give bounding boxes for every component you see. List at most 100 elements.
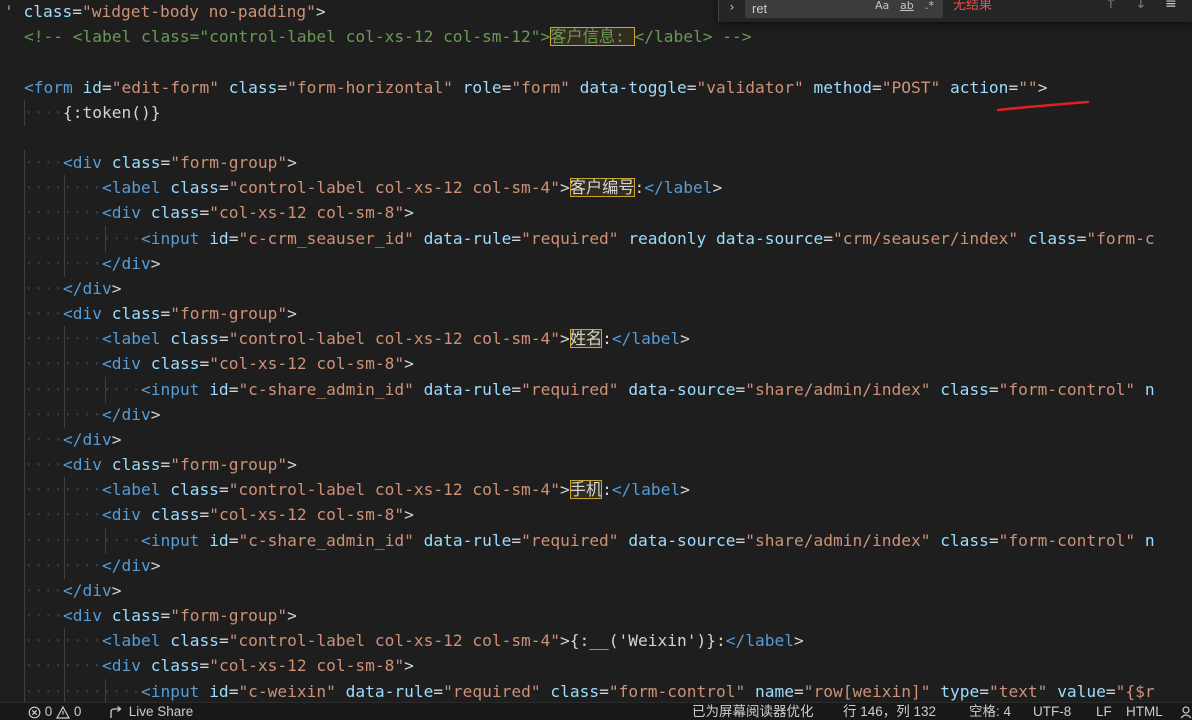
use-regex-icon[interactable]: .*: [925, 0, 934, 14]
code-line[interactable]: ····</div>: [24, 276, 121, 301]
attr-token: data-source: [716, 228, 824, 248]
code-line[interactable]: ············<input id="c-weixin" data-ru…: [24, 679, 1155, 702]
text-token: >: [1037, 77, 1048, 97]
code-line[interactable]: <form id="edit-form" class="form-horizon…: [24, 75, 1047, 100]
code-editor[interactable]: ' class="widget-body no-padding"> <!-- <l…: [0, 0, 1192, 702]
match-case-icon[interactable]: Aa: [875, 0, 889, 14]
find-expand-toggle-icon[interactable]: ›: [723, 0, 741, 18]
eol-status[interactable]: LF: [1096, 703, 1112, 720]
code-line[interactable]: ····</div>: [24, 427, 121, 452]
attr-token: class: [550, 681, 600, 701]
code-line[interactable]: ········</div>: [24, 251, 160, 276]
indent-guide: [24, 250, 25, 277]
text-token: {:token()}: [62, 102, 161, 122]
attr-token: class: [940, 379, 989, 399]
text-token: =: [101, 77, 112, 97]
attr-token: data-rule: [423, 379, 512, 399]
attr-token: action: [949, 77, 1009, 97]
problems-indicator[interactable]: 0 0: [28, 703, 81, 720]
tag-bracket-token: <: [101, 480, 112, 500]
screen-reader-status[interactable]: 已为屏幕阅读器优化: [692, 703, 814, 720]
indent-guide: [24, 326, 25, 353]
string-token: "form": [511, 77, 570, 97]
language-mode[interactable]: HTML: [1126, 703, 1163, 720]
code-line[interactable]: ········<label class="control-label col-…: [24, 628, 804, 653]
indent-guide: [24, 502, 25, 529]
code-line[interactable]: <!-- <label class="control-label col-xs-…: [24, 24, 751, 49]
text-token: =: [199, 656, 210, 676]
code-line[interactable]: ····</div>: [24, 578, 121, 603]
live-share-button[interactable]: Live Share: [110, 703, 193, 720]
code-line[interactable]: ········<div class="col-xs-12 col-sm-8">: [24, 653, 414, 678]
encoding-status[interactable]: UTF-8: [1033, 703, 1071, 720]
string-token: "": [1018, 77, 1038, 97]
find-widget[interactable]: › Aa ab .* 无结果 ↑ ↓ ≡: [718, 0, 1192, 22]
tag-name-token: input: [150, 379, 200, 399]
string-token: "c-share_admin_id": [238, 379, 414, 399]
tag-name-token: label: [663, 178, 713, 198]
indent-guide: [64, 326, 66, 353]
code-line[interactable]: ' class="widget-body no-padding">: [4, 0, 326, 24]
code-line[interactable]: ········<label class="control-label col-…: [24, 477, 690, 502]
text-token: =: [160, 455, 171, 475]
code-line[interactable]: ········<div class="col-xs-12 col-sm-8">: [24, 502, 414, 527]
string-token: "form-control": [998, 379, 1136, 399]
code-line[interactable]: ········</div>: [24, 553, 160, 578]
attr-token: class: [23, 2, 73, 21]
text-token: =: [871, 77, 882, 97]
text-token: =: [228, 530, 239, 550]
attr-token: name: [755, 681, 795, 701]
code-line[interactable]: ············<input id="c-crm_seauser_id"…: [24, 226, 1155, 251]
cursor-position[interactable]: 行 146，列 132: [843, 703, 936, 720]
code-line[interactable]: ····<div class="form-group">: [24, 452, 297, 477]
next-match-icon[interactable]: ↓: [1135, 0, 1147, 12]
tag-bracket-token: </: [62, 278, 83, 298]
code-line[interactable]: ····<div class="form-group">: [24, 150, 297, 175]
code-line[interactable]: ········</div>: [24, 402, 160, 427]
highlight-match: 客户信息:: [550, 27, 635, 47]
text-token: :: [602, 329, 612, 349]
string-token: "form-group": [170, 153, 288, 173]
indentation-status[interactable]: 空格: 4: [969, 703, 1011, 720]
attr-token: data-rule: [423, 530, 512, 550]
indent-guide: [24, 401, 25, 428]
text-token: >: [287, 153, 297, 173]
find-menu-icon[interactable]: ≡: [1165, 0, 1177, 12]
code-line[interactable]: ····<div class="form-group">: [24, 301, 297, 326]
code-line[interactable]: ········<label class="control-label col-…: [24, 326, 690, 351]
tag-bracket-token: <: [62, 153, 73, 173]
account-icon[interactable]: [1180, 703, 1192, 720]
indent-guide: [24, 577, 25, 604]
code-line[interactable]: ············<input id="c-share_admin_id"…: [24, 377, 1155, 402]
match-whole-word-icon[interactable]: ab: [900, 0, 914, 14]
tag-name-token: form: [33, 77, 73, 97]
indent-guide: [24, 628, 25, 655]
tag-bracket-token: </: [725, 631, 746, 651]
tag-name-token: div: [111, 656, 141, 676]
string-token: "control-label col-xs-12 col-sm-4": [228, 631, 561, 651]
previous-match-icon[interactable]: ↑: [1105, 0, 1117, 12]
attr-token: data-source: [628, 530, 736, 550]
code-line[interactable]: ····<div class="form-group">: [24, 603, 297, 628]
string-token: "edit-form": [111, 77, 219, 97]
text-token: >: [111, 278, 122, 298]
string-token: "form-group": [170, 455, 288, 475]
code-line[interactable]: ············<input id="c-share_admin_id"…: [24, 528, 1155, 553]
attr-token: class: [170, 631, 219, 651]
error-count: 0: [44, 704, 53, 719]
text-token: >: [150, 555, 161, 575]
indent-guide: [64, 175, 66, 202]
indent-guide: [64, 401, 66, 428]
indent-guide: [24, 653, 25, 680]
tag-bracket-token: <: [101, 354, 112, 374]
code-line[interactable]: ········<div class="col-xs-12 col-sm-8">: [24, 351, 414, 376]
code-line[interactable]: ····{:token()}: [24, 100, 160, 125]
code-line[interactable]: ········<label class="control-label col-…: [24, 175, 722, 200]
tag-bracket-token: </: [101, 555, 122, 575]
comment-token: <!-- <label class="control-label col-xs-…: [24, 27, 551, 47]
code-line[interactable]: ········<div class="col-xs-12 col-sm-8">: [24, 200, 414, 225]
